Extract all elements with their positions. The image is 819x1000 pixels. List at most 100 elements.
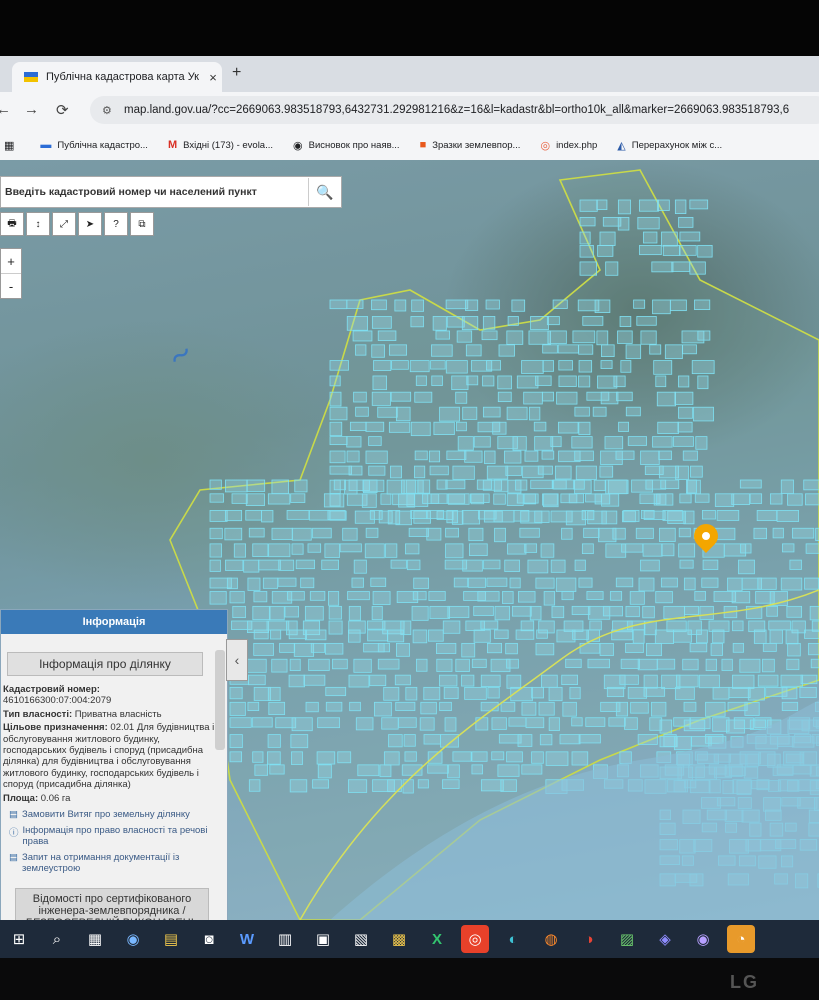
firefox-icon[interactable]: ◍ (537, 925, 565, 953)
land-parcel[interactable] (395, 406, 411, 422)
land-parcel[interactable] (656, 658, 676, 670)
land-parcel[interactable] (225, 559, 244, 571)
browser-tab[interactable]: Публічна кадастрова карта Ук × (12, 62, 222, 92)
land-parcel[interactable] (436, 479, 448, 490)
land-parcel[interactable] (404, 751, 417, 762)
land-parcel[interactable] (780, 674, 804, 687)
land-parcel[interactable] (291, 543, 304, 555)
land-parcel[interactable] (388, 734, 403, 748)
land-parcel[interactable] (494, 605, 511, 621)
land-parcel[interactable] (592, 406, 607, 417)
land-parcel[interactable] (539, 734, 553, 746)
land-parcel[interactable] (652, 436, 673, 448)
land-parcel[interactable] (523, 391, 543, 405)
land-parcel[interactable] (309, 510, 331, 521)
land-parcel[interactable] (328, 591, 340, 606)
land-parcel[interactable] (578, 421, 591, 436)
land-parcel[interactable] (426, 510, 444, 520)
land-parcel[interactable] (776, 510, 800, 522)
land-parcel[interactable] (589, 620, 602, 631)
land-parcel[interactable] (656, 493, 674, 506)
land-parcel[interactable] (451, 375, 469, 391)
land-parcel[interactable] (625, 642, 644, 653)
land-parcel[interactable] (509, 577, 521, 589)
land-parcel[interactable] (670, 299, 687, 312)
land-parcel[interactable] (357, 764, 380, 777)
land-parcel[interactable] (615, 577, 634, 588)
land-parcel[interactable] (726, 719, 746, 734)
land-parcel[interactable] (535, 577, 555, 589)
land-parcel[interactable] (346, 450, 360, 463)
land-parcel[interactable] (329, 299, 348, 310)
land-parcel[interactable] (643, 686, 666, 697)
land-parcel[interactable] (446, 450, 467, 460)
land-parcel[interactable] (574, 559, 586, 571)
land-parcel[interactable] (643, 674, 658, 689)
land-parcel[interactable] (329, 436, 348, 446)
land-parcel[interactable] (409, 360, 430, 373)
land-parcel[interactable] (671, 261, 691, 272)
land-parcel[interactable] (769, 629, 783, 644)
land-parcel[interactable] (528, 330, 551, 345)
land-parcel[interactable] (524, 543, 538, 553)
land-parcel[interactable] (428, 450, 441, 463)
land-parcel[interactable] (452, 465, 475, 480)
land-parcel[interactable] (787, 493, 803, 506)
land-parcel[interactable] (780, 577, 803, 591)
land-parcel[interactable] (453, 577, 469, 588)
land-parcel[interactable] (623, 510, 640, 522)
land-parcel[interactable] (683, 510, 695, 525)
land-parcel[interactable] (346, 316, 368, 331)
land-parcel[interactable] (304, 605, 324, 621)
land-parcel[interactable] (291, 717, 313, 732)
land-parcel[interactable] (617, 216, 630, 231)
land-parcel[interactable] (427, 751, 443, 764)
land-parcel[interactable] (683, 719, 706, 732)
land-parcel[interactable] (258, 559, 281, 571)
area-tool-icon[interactable]: ⤢ (52, 212, 76, 236)
land-parcel[interactable] (405, 543, 420, 555)
land-parcel[interactable] (571, 605, 591, 615)
land-parcel[interactable] (368, 465, 386, 476)
land-parcel[interactable] (433, 421, 455, 435)
land-parcel[interactable] (355, 717, 374, 731)
land-parcel[interactable] (271, 658, 288, 673)
excel-icon[interactable]: X (423, 925, 451, 953)
land-parcel[interactable] (521, 360, 544, 374)
land-parcel[interactable] (332, 658, 348, 670)
task-view-icon[interactable]: ▦ (81, 925, 109, 953)
land-parcel[interactable] (739, 479, 762, 489)
land-parcel[interactable] (387, 510, 401, 525)
land-parcel[interactable] (732, 674, 755, 689)
land-parcel[interactable] (390, 391, 412, 402)
land-parcel[interactable] (492, 421, 507, 435)
land-parcel[interactable] (679, 493, 692, 504)
land-parcel[interactable] (410, 421, 431, 437)
land-parcel[interactable] (351, 577, 364, 588)
land-parcel[interactable] (209, 510, 228, 522)
land-parcel[interactable] (513, 510, 530, 522)
land-parcel[interactable] (261, 510, 274, 523)
land-parcel[interactable] (444, 717, 457, 732)
calendar-icon[interactable]: ▩ (385, 925, 413, 953)
land-parcel[interactable] (682, 450, 698, 461)
land-parcel[interactable] (373, 360, 392, 371)
land-parcel[interactable] (229, 701, 246, 716)
land-parcel[interactable] (442, 620, 461, 634)
land-parcel[interactable] (465, 299, 479, 311)
land-parcel[interactable] (662, 510, 683, 521)
land-parcel[interactable] (702, 559, 719, 570)
land-parcel[interactable] (431, 375, 443, 386)
land-parcel[interactable] (568, 493, 584, 504)
land-parcel[interactable] (497, 375, 512, 390)
land-parcel[interactable] (352, 330, 373, 342)
land-parcel[interactable] (310, 642, 326, 653)
land-parcel[interactable] (428, 629, 444, 642)
forward-button[interactable]: → (24, 101, 39, 118)
land-parcel[interactable] (587, 658, 610, 669)
land-parcel[interactable] (277, 577, 297, 587)
land-parcel[interactable] (619, 674, 639, 685)
pointer-tool-icon[interactable]: ➤ (78, 212, 102, 236)
land-parcel[interactable] (627, 436, 647, 446)
land-parcel[interactable] (786, 658, 800, 671)
